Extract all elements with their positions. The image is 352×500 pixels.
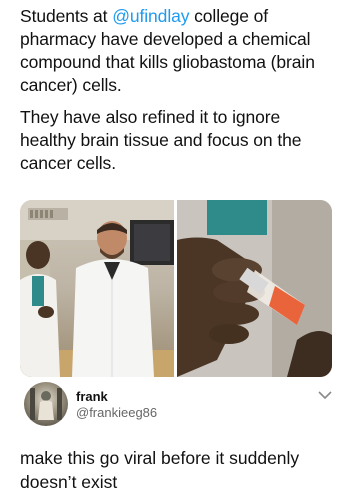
post-paragraph-2: They have also refined it to ignore heal… — [20, 107, 302, 173]
post-paragraph-1-prefix: Students at — [20, 6, 113, 26]
post-paragraph-1: Students at @ufindlay college of pharmac… — [20, 5, 340, 97]
mention-link[interactable]: @ufindlay — [112, 6, 189, 26]
reply-author-name[interactable]: frank — [76, 389, 108, 404]
lab-students-illustration — [20, 200, 174, 377]
media-image-right[interactable] — [177, 200, 332, 377]
media-image-left[interactable] — [20, 200, 174, 377]
reply-text: make this go viral before it suddenly do… — [20, 448, 300, 492]
hand-vial-illustration — [177, 200, 332, 377]
avatar[interactable] — [24, 382, 68, 426]
reply-author[interactable]: frank @frankieeg86 — [20, 380, 332, 428]
reply-author-handle[interactable]: @frankieeg86 — [76, 405, 157, 420]
avatar-figure-icon — [30, 388, 62, 420]
post-text: Students at @ufindlay college of pharmac… — [20, 5, 340, 184]
media-grid — [20, 200, 332, 377]
chevron-down-icon[interactable] — [318, 390, 332, 400]
